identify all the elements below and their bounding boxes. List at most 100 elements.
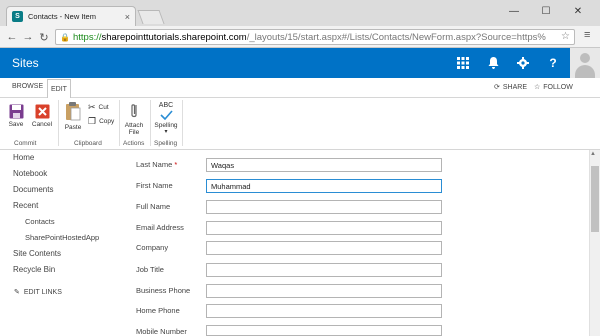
avatar[interactable] <box>570 48 600 78</box>
suite-bar: Sites ? <box>0 48 600 78</box>
company-input[interactable] <box>206 241 442 255</box>
nav-contacts[interactable]: Contacts <box>25 217 55 226</box>
app-launcher-icon[interactable] <box>448 48 478 78</box>
copy-label: Copy <box>99 118 115 125</box>
paste-label: Paste <box>64 124 82 131</box>
spelling-button[interactable]: ABC Spelling ▾ <box>154 102 178 135</box>
field-label-business-phone: Business Phone <box>136 286 191 295</box>
tab-browse[interactable]: BROWSE <box>12 83 43 90</box>
edit-links-label: EDIT LINKS <box>23 288 62 296</box>
help-icon[interactable]: ? <box>538 48 568 78</box>
forward-arrow-icon[interactable]: → <box>20 29 36 45</box>
cancel-icon <box>35 104 49 119</box>
nav-home[interactable]: Home <box>13 153 34 162</box>
cut-label: Cut <box>98 104 109 111</box>
ribbon-separator <box>58 100 59 146</box>
edit-links-button[interactable]: ✎ EDIT LINKS <box>14 288 62 297</box>
home-phone-input[interactable] <box>206 304 442 318</box>
last-name-input[interactable] <box>206 158 442 172</box>
clipboard-group-label: Clipboard <box>74 140 102 147</box>
share-label: SHARE <box>502 83 527 91</box>
pencil-icon: ✎ <box>14 289 20 296</box>
attach-label-line1: Attach <box>124 122 144 129</box>
nav-notebook[interactable]: Notebook <box>13 169 47 178</box>
ribbon: Save Cancel Commit Paste ✂ Cut ❐ Copy Cl… <box>0 98 600 150</box>
paperclip-icon <box>131 104 137 118</box>
follow-label: FOLLOW <box>543 83 573 91</box>
browser-tabstrip: S Contacts - New Item × — ☐ ✕ <box>0 0 600 26</box>
ribbon-tabs: BROWSE EDIT ⟳ SHARE ☆ FOLLOW <box>0 78 600 99</box>
spelling-group-label: Spelling <box>154 140 178 147</box>
commit-group-label: Commit <box>14 140 37 147</box>
full-name-input[interactable] <box>206 200 442 214</box>
spelling-label: Spelling <box>154 121 178 129</box>
copy-button[interactable]: ❐ Copy <box>88 116 114 127</box>
copy-icon: ❐ <box>88 116 97 126</box>
browser-tab-title: Contacts - New Item <box>28 12 96 21</box>
share-button[interactable]: ⟳ SHARE <box>494 83 527 92</box>
follow-button[interactable]: ☆ FOLLOW <box>534 83 573 92</box>
url-path: /_layouts/15/start.aspx#/Lists/Contacts/… <box>246 31 546 43</box>
abc-label: ABC <box>158 102 174 109</box>
business-phone-input[interactable] <box>206 284 442 298</box>
attach-label-line2: File <box>128 129 140 137</box>
ribbon-separator <box>182 100 183 146</box>
back-arrow-icon[interactable]: ← <box>4 29 20 45</box>
sites-link[interactable]: Sites <box>12 56 39 70</box>
address-bar-row: ← → ↻ 🔒 https:// sharepointtutorials.sha… <box>0 26 600 48</box>
avatar-body <box>575 65 595 78</box>
gear-icon[interactable] <box>508 48 538 78</box>
tab-edit[interactable]: EDIT <box>47 79 71 99</box>
url-scheme: https:// <box>72 31 102 43</box>
nav-recycle-bin[interactable]: Recycle Bin <box>13 265 55 274</box>
ribbon-separator <box>119 100 120 146</box>
save-label: Save <box>8 121 24 128</box>
nav-site-contents[interactable]: Site Contents <box>13 249 61 258</box>
field-label-job-title: Job Title <box>136 265 164 274</box>
field-label-email-address: Email Address <box>136 223 184 232</box>
chevron-down-icon: ▾ <box>164 128 168 135</box>
browser-menu-icon[interactable]: ≡ <box>584 29 590 41</box>
cancel-button[interactable]: Cancel <box>31 104 53 128</box>
field-label-home-phone: Home Phone <box>136 306 180 315</box>
last-name-label-text: Last Name <box>136 160 173 169</box>
new-tab-button[interactable] <box>137 10 165 24</box>
paste-button[interactable]: Paste <box>63 102 83 131</box>
minimize-icon[interactable]: — <box>500 0 528 22</box>
attach-file-button[interactable]: Attach File <box>123 102 145 136</box>
maximize-icon[interactable]: ☐ <box>532 0 560 22</box>
url-input[interactable]: 🔒 https:// sharepointtutorials.sharepoin… <box>55 29 575 45</box>
sharepoint-favicon-icon: S <box>12 11 23 22</box>
lock-icon: 🔒 <box>60 32 70 42</box>
scissors-icon: ✂ <box>88 102 96 112</box>
nav-recent[interactable]: Recent <box>13 201 38 210</box>
email-address-input[interactable] <box>206 221 442 235</box>
first-name-input[interactable] <box>206 179 442 193</box>
mobile-number-input[interactable] <box>206 325 442 336</box>
cut-button[interactable]: ✂ Cut <box>88 102 109 113</box>
close-window-icon[interactable]: ✕ <box>564 0 592 22</box>
bookmark-star-icon[interactable]: ☆ <box>561 31 570 42</box>
scroll-up-icon[interactable]: ▲ <box>590 151 596 157</box>
nav-sharepointhostedapp[interactable]: SharePointHostedApp <box>25 233 99 242</box>
job-title-input[interactable] <box>206 263 442 277</box>
url-host: sharepointtutorials.sharepoint.com <box>101 31 247 43</box>
field-label-company: Company <box>136 243 169 252</box>
actions-group-label: Actions <box>123 140 145 147</box>
ribbon-separator <box>150 100 151 146</box>
reload-icon[interactable]: ↻ <box>36 29 52 45</box>
field-label-mobile-number: Mobile Number <box>136 327 187 336</box>
scrollbar-thumb[interactable] <box>591 166 599 232</box>
browser-tab[interactable]: S Contacts - New Item × <box>6 6 136 26</box>
field-label-full-name: Full Name <box>136 202 171 211</box>
bell-icon[interactable] <box>478 48 508 78</box>
share-icon: ⟳ <box>494 84 500 91</box>
save-button[interactable]: Save <box>7 104 25 128</box>
avatar-head <box>580 53 590 63</box>
nav-documents[interactable]: Documents <box>13 185 53 194</box>
cancel-label: Cancel <box>31 121 53 128</box>
field-label-last-name: Last Name * <box>136 160 177 169</box>
spellcheck-icon <box>160 110 173 120</box>
close-tab-icon[interactable]: × <box>125 12 130 22</box>
field-label-first-name: First Name <box>136 181 173 190</box>
